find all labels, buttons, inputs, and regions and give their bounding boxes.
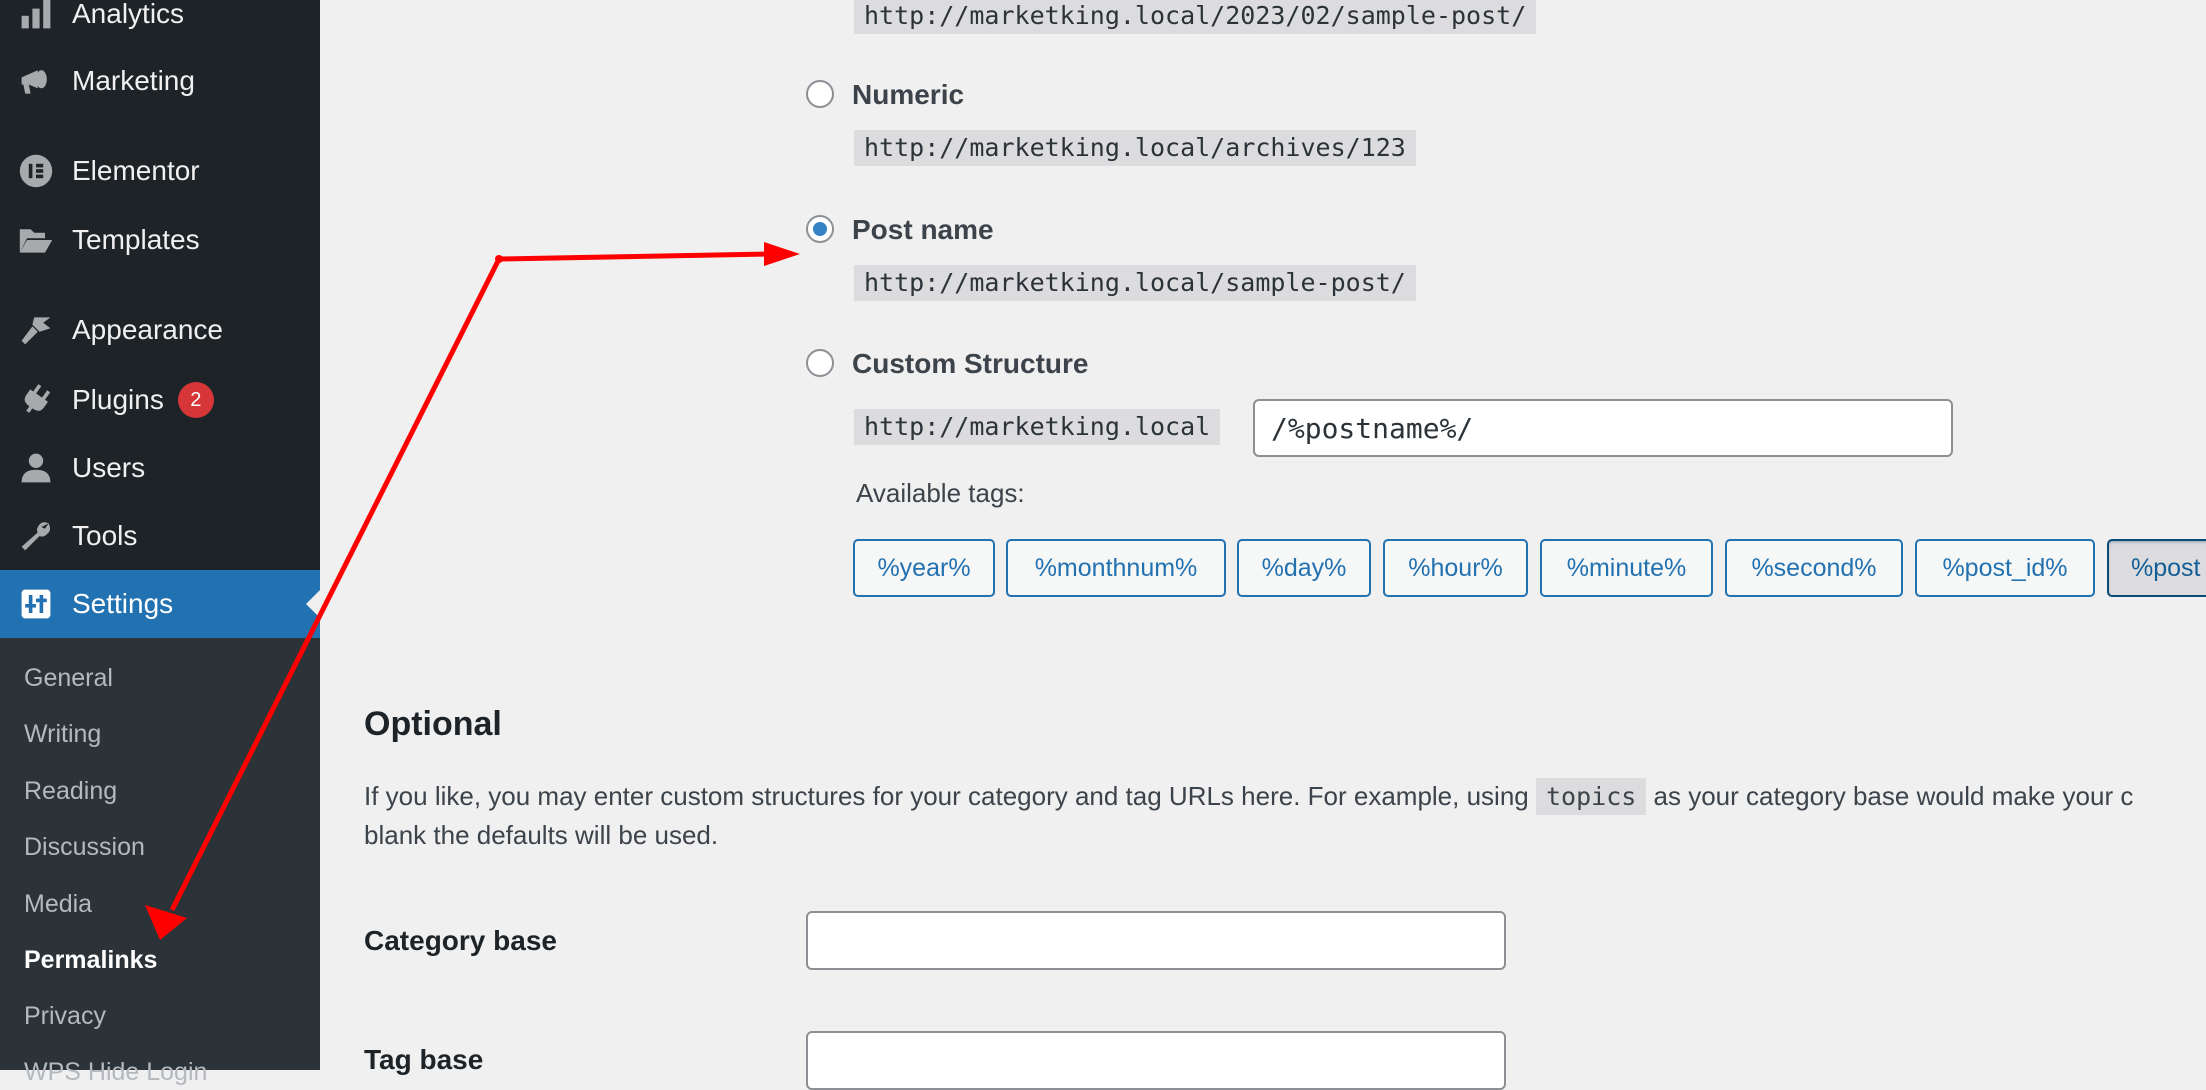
elementor-icon — [18, 153, 54, 189]
tag-button-day[interactable]: %day% — [1237, 539, 1371, 597]
tag-button-year[interactable]: %year% — [853, 539, 995, 597]
arrow-line-to-post-name — [498, 251, 768, 262]
sidebar-item-users[interactable]: Users — [0, 434, 320, 502]
submenu-item-general[interactable]: General — [24, 664, 113, 693]
sidebar-item-label: Settings — [72, 588, 174, 619]
folder-open-icon — [18, 222, 54, 258]
paintbrush-icon — [18, 312, 54, 348]
sidebar-item-label: Plugins — [72, 384, 164, 415]
plug-icon — [18, 382, 54, 418]
tag-button-monthnum[interactable]: %monthnum% — [1006, 539, 1226, 597]
tag-base-input[interactable] — [806, 1031, 1506, 1090]
sidebar-item-elementor[interactable]: Elementor — [0, 137, 320, 205]
radio-label-numeric[interactable]: Numeric — [852, 79, 964, 111]
optional-description-code: topics — [1535, 778, 1647, 815]
submenu-item-reading[interactable]: Reading — [24, 777, 117, 806]
tag-button-second[interactable]: %second% — [1725, 539, 1903, 597]
bar-chart-icon — [18, 0, 54, 32]
wrench-icon — [18, 518, 54, 554]
active-menu-pointer — [306, 590, 320, 618]
tag-button-hour[interactable]: %hour% — [1383, 539, 1528, 597]
radio-custom-structure[interactable] — [806, 349, 834, 377]
sidebar-item-label: Marketing — [72, 65, 195, 96]
tag-button-post-id[interactable]: %post_id% — [1915, 539, 2095, 597]
sidebar-item-analytics[interactable]: Analytics — [0, 0, 320, 48]
radio-label-post-name[interactable]: Post name — [852, 214, 994, 246]
arrow-head-post-name — [764, 242, 800, 266]
submenu-item-privacy[interactable]: Privacy — [24, 1002, 106, 1031]
custom-structure-input[interactable] — [1253, 399, 1953, 457]
settings-submenu: General Writing Reading Discussion Media… — [0, 638, 320, 1086]
sidebar-item-appearance[interactable]: Appearance — [0, 296, 320, 364]
sidebar-item-tools[interactable]: Tools — [0, 502, 320, 570]
sidebar-item-label: Templates — [72, 224, 200, 255]
submenu-item-writing[interactable]: Writing — [24, 720, 101, 749]
optional-description: If you like, you may enter custom struct… — [364, 776, 2133, 817]
user-icon — [18, 450, 54, 486]
tag-button-postname[interactable]: %post — [2107, 539, 2206, 597]
category-base-input[interactable] — [806, 911, 1506, 970]
sidebar-item-label: Appearance — [72, 314, 224, 345]
arrow-vertex — [495, 255, 503, 263]
optional-heading: Optional — [364, 705, 502, 743]
month-name-example-url: http://marketking.local/2023/02/sample-p… — [854, 0, 1537, 34]
post-name-example-url: http://marketking.local/sample-post/ — [854, 265, 1416, 301]
category-base-label: Category base — [364, 925, 557, 956]
admin-sidebar: Analytics Marketing Elementor Templates … — [0, 0, 320, 1086]
submenu-item-wps-hide-login[interactable]: WPS Hide Login — [24, 1058, 207, 1087]
sidebar-item-label: Elementor — [72, 155, 200, 186]
optional-description-text-after: as your category base would make your c — [1653, 781, 2134, 811]
sidebar-item-marketing[interactable]: Marketing — [0, 47, 320, 115]
submenu-item-discussion[interactable]: Discussion — [24, 833, 145, 862]
megaphone-icon — [18, 63, 54, 99]
sidebar-item-settings[interactable]: Settings — [0, 570, 320, 638]
optional-description-text: If you like, you may enter custom struct… — [364, 781, 1529, 811]
numeric-example-url: http://marketking.local/archives/123 — [854, 130, 1416, 166]
sidebar-item-label: Analytics — [72, 0, 185, 29]
tag-button-minute[interactable]: %minute% — [1540, 539, 1713, 597]
radio-label-custom-structure[interactable]: Custom Structure — [852, 348, 1088, 380]
sidebar-item-plugins[interactable]: Plugins 2 — [0, 366, 320, 434]
sidebar-item-templates[interactable]: Templates — [0, 206, 320, 274]
custom-structure-prefix: http://marketking.local — [854, 409, 1221, 445]
settings-sliders-icon — [18, 586, 54, 622]
submenu-item-permalinks[interactable]: Permalinks — [24, 946, 157, 975]
available-tags-label: Available tags: — [856, 478, 1025, 508]
radio-post-name[interactable] — [806, 215, 834, 243]
sidebar-item-label: Users — [72, 452, 146, 483]
optional-description-line2: blank the defaults will be used. — [364, 820, 719, 850]
radio-numeric[interactable] — [806, 80, 834, 108]
sidebar-item-label: Tools — [72, 520, 138, 551]
plugins-update-badge: 2 — [177, 382, 214, 418]
tag-base-label: Tag base — [364, 1044, 484, 1075]
submenu-item-media[interactable]: Media — [24, 890, 92, 919]
